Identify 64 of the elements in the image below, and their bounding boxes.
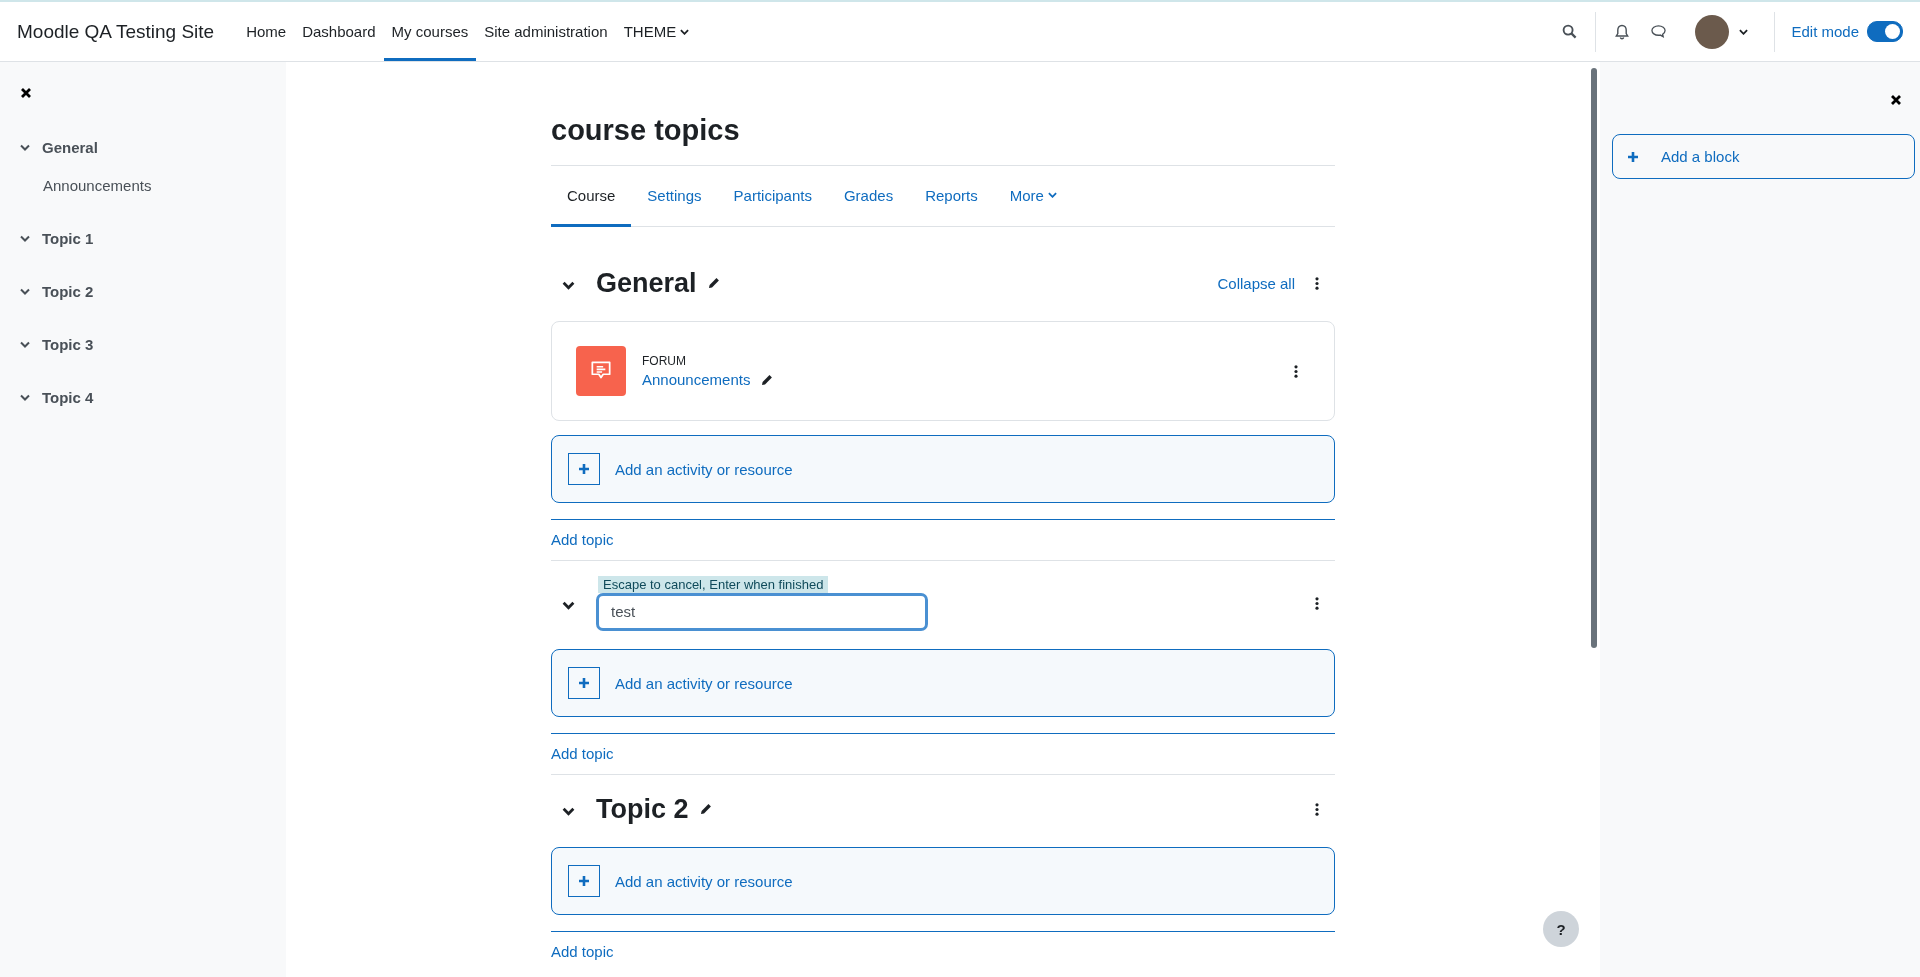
- course-title: course topics: [551, 114, 741, 147]
- close-icon[interactable]: [1890, 94, 1902, 106]
- course-tab[interactable]: Grades: [827, 166, 910, 227]
- kebab-menu-icon[interactable]: [1315, 802, 1319, 816]
- course-tab[interactable]: Course: [551, 166, 632, 227]
- section-title: General: [596, 267, 697, 299]
- add-activity-button[interactable]: Add an activity or resource: [551, 649, 1335, 717]
- nav-link[interactable]: My courses: [383, 2, 477, 61]
- plus-icon: [568, 453, 600, 485]
- course-tab[interactable]: Reports: [909, 166, 994, 227]
- add-block-button[interactable]: Add a block: [1612, 134, 1915, 179]
- forum-icon: [576, 346, 626, 396]
- section-title-input[interactable]: test: [596, 592, 928, 631]
- edit-hint-tooltip: Escape to cancel, Enter when finished: [598, 575, 829, 593]
- course-index-section[interactable]: Topic 1: [42, 230, 94, 247]
- activity-link[interactable]: Announcements: [642, 371, 751, 388]
- add-activity-button[interactable]: Add an activity or resource: [551, 847, 1335, 915]
- course-index-section[interactable]: Topic 4: [42, 389, 94, 406]
- nav-link[interactable]: THEME: [615, 2, 698, 61]
- chevron-icon[interactable]: [562, 806, 575, 816]
- plus-icon: [568, 865, 600, 897]
- chevron-icon[interactable]: [20, 144, 30, 151]
- chevron-icon[interactable]: [562, 280, 575, 290]
- chevron-icon[interactable]: [20, 288, 30, 295]
- pencil-icon[interactable]: [706, 276, 721, 290]
- close-icon[interactable]: [20, 87, 32, 99]
- add-topic-link[interactable]: Add topic: [551, 531, 614, 548]
- course-index-section[interactable]: General: [42, 139, 98, 156]
- edit-mode-toggle[interactable]: [1867, 21, 1903, 42]
- course-index-section[interactable]: Topic 2: [42, 283, 94, 300]
- edit-mode-label: Edit mode: [1791, 23, 1859, 40]
- search-icon[interactable]: [1562, 24, 1578, 39]
- plus-icon: [568, 667, 600, 699]
- caret-icon[interactable]: [1739, 28, 1749, 35]
- plus-icon: [1627, 150, 1639, 163]
- add-topic-link[interactable]: Add topic: [551, 943, 614, 960]
- site-name[interactable]: Moodle QA Testing Site: [17, 20, 215, 43]
- kebab-menu-icon[interactable]: [1315, 596, 1319, 610]
- course-index-item[interactable]: Announcements: [43, 177, 286, 194]
- nav-link[interactable]: Site administration: [476, 2, 616, 61]
- pencil-icon[interactable]: [698, 802, 713, 816]
- kebab-menu-icon[interactable]: [1294, 364, 1298, 378]
- pencil-icon[interactable]: [760, 372, 775, 387]
- section-title: Topic 2: [596, 793, 689, 825]
- help-button[interactable]: ?: [1543, 911, 1579, 947]
- scrollbar[interactable]: [1591, 68, 1597, 648]
- bell-icon[interactable]: [1614, 23, 1631, 40]
- course-tab[interactable]: More: [993, 166, 1073, 227]
- course-tab[interactable]: Settings: [631, 166, 718, 227]
- user-avatar[interactable]: [1695, 14, 1730, 49]
- kebab-menu-icon[interactable]: [1315, 276, 1319, 290]
- add-activity-button[interactable]: Add an activity or resource: [551, 435, 1335, 503]
- chevron-icon[interactable]: [20, 341, 30, 348]
- nav-link[interactable]: Dashboard: [294, 2, 384, 61]
- activity-type: FORUM: [642, 354, 687, 368]
- collapse-all-link[interactable]: Collapse all: [1217, 274, 1295, 292]
- course-tab[interactable]: Participants: [717, 166, 828, 227]
- add-topic-link[interactable]: Add topic: [551, 745, 614, 762]
- chat-bubble-icon[interactable]: [1650, 24, 1668, 39]
- chevron-icon[interactable]: [20, 235, 30, 242]
- course-index-section[interactable]: Topic 3: [42, 336, 94, 353]
- chevron-icon[interactable]: [562, 600, 575, 610]
- nav-link[interactable]: Home: [238, 2, 295, 61]
- chevron-icon[interactable]: [20, 394, 30, 401]
